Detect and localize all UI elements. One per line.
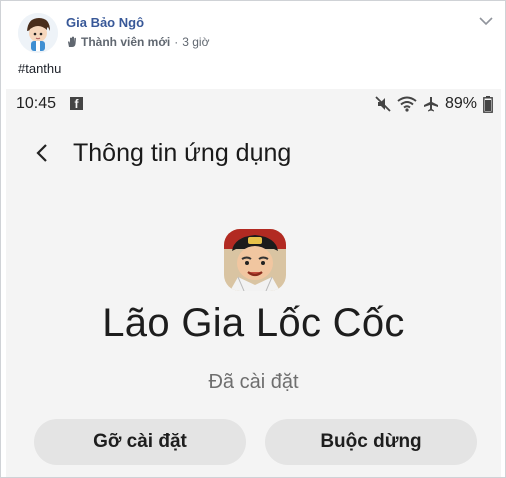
back-button[interactable] bbox=[28, 139, 56, 167]
airplane-icon bbox=[423, 97, 438, 112]
chevron-down-icon[interactable] bbox=[479, 13, 493, 26]
app-name: Lão Gia Lốc Cốc bbox=[102, 301, 405, 345]
avatar[interactable] bbox=[18, 13, 58, 53]
post-header: Gia Bảo Ngô Thành viên mới · 3 giờ #tant… bbox=[1, 1, 505, 89]
meta-separator: · bbox=[174, 35, 179, 49]
page-title: Thông tin ứng dụng bbox=[73, 139, 292, 167]
app-bar: Thông tin ứng dụng bbox=[6, 129, 501, 177]
hashtag[interactable]: #tanthu bbox=[18, 61, 61, 76]
uninstall-button[interactable]: Gỡ cài đặt bbox=[34, 419, 246, 465]
avatar-chibi-icon bbox=[18, 13, 58, 53]
chevron-left-icon bbox=[36, 144, 47, 162]
member-badge[interactable]: Thành viên mới bbox=[81, 35, 170, 49]
app-icon bbox=[224, 229, 286, 291]
post-timestamp[interactable]: 3 giờ bbox=[182, 35, 209, 49]
post-meta: Thành viên mới · 3 giờ bbox=[66, 35, 209, 49]
wifi-icon bbox=[397, 96, 417, 112]
status-icons: 89% bbox=[375, 95, 493, 113]
battery-percentage: 89% bbox=[444, 95, 477, 112]
waving-hand-icon bbox=[66, 36, 78, 48]
mute-icon bbox=[375, 96, 391, 112]
author-name[interactable]: Gia Bảo Ngô bbox=[66, 15, 144, 30]
status-time: 10:45 bbox=[16, 95, 57, 112]
status-bar: 10:45 f 89% bbox=[6, 89, 501, 119]
force-stop-button[interactable]: Buộc dừng bbox=[265, 419, 477, 465]
battery-icon bbox=[483, 95, 493, 113]
post-card: Gia Bảo Ngô Thành viên mới · 3 giờ #tant… bbox=[0, 0, 506, 478]
phone-screenshot: 10:45 f 89% Thông tin ứng dụng Lão Gia L… bbox=[6, 89, 501, 477]
install-status: Đã cài đặt bbox=[208, 371, 299, 393]
facebook-icon: f bbox=[70, 97, 83, 111]
